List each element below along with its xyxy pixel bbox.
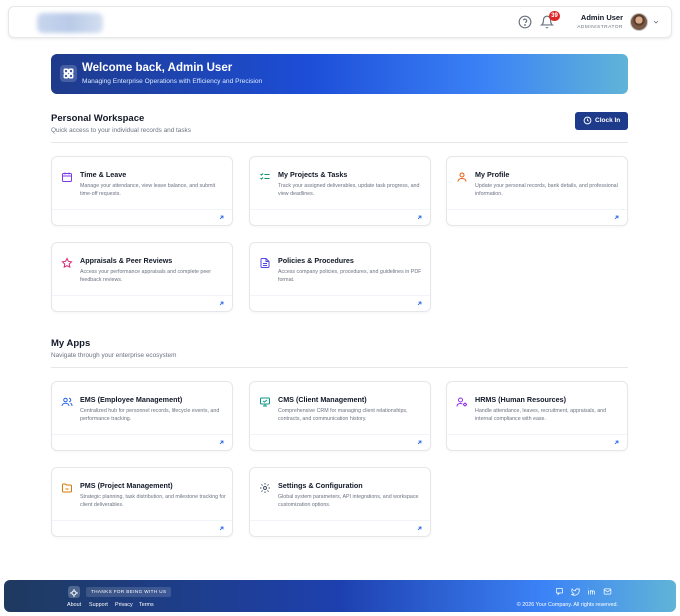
footer-logo bbox=[68, 586, 80, 598]
card-title: EMS (Employee Management) bbox=[80, 395, 183, 404]
user-cog-icon bbox=[456, 397, 467, 407]
card-divider bbox=[250, 520, 430, 521]
arrow-up-right-icon[interactable] bbox=[218, 300, 225, 307]
card-cms[interactable]: CMS (Client Management) Comprehensive CR… bbox=[249, 381, 431, 451]
card-divider bbox=[447, 434, 627, 435]
linkedin-icon[interactable] bbox=[587, 587, 596, 596]
monitor-icon bbox=[260, 397, 270, 407]
twitter-icon[interactable] bbox=[571, 587, 580, 596]
avatar[interactable] bbox=[630, 13, 648, 31]
card-description: Update your personal records, bank detai… bbox=[475, 183, 618, 197]
card-description: Comprehensive CRM for managing client re… bbox=[278, 408, 408, 422]
card-appraisals[interactable]: Appraisals & Peer Reviews Access your pe… bbox=[51, 242, 233, 312]
card-divider bbox=[250, 209, 430, 210]
card-title: CMS (Client Management) bbox=[278, 395, 367, 404]
welcome-subtitle: Managing Enterprise Operations with Effi… bbox=[82, 78, 263, 85]
user-role: ADMINISTRATOR bbox=[577, 25, 623, 30]
card-time-leave[interactable]: Time & Leave Manage your attendance, vie… bbox=[51, 156, 233, 226]
card-description: Track your assigned deliverables, update… bbox=[278, 183, 420, 197]
mail-icon[interactable] bbox=[603, 587, 612, 596]
card-title: HRMS (Human Resources) bbox=[475, 395, 567, 404]
card-description: Manage your attendance, view leave balan… bbox=[80, 183, 216, 197]
card-description: Centralized hub for personnel records, l… bbox=[80, 408, 220, 422]
chat-icon[interactable] bbox=[555, 587, 564, 596]
card-policies[interactable]: Policies & Procedures Access company pol… bbox=[249, 242, 431, 312]
notification-badge: 39 bbox=[549, 11, 560, 21]
card-ems[interactable]: EMS (Employee Management) Centralized hu… bbox=[51, 381, 233, 451]
arrow-up-right-icon[interactable] bbox=[218, 214, 225, 221]
apps-title: My Apps bbox=[51, 338, 91, 349]
section-divider bbox=[51, 142, 628, 143]
calendar-icon bbox=[62, 172, 72, 182]
card-divider bbox=[447, 209, 627, 210]
card-divider bbox=[52, 520, 232, 521]
arrow-up-right-icon[interactable] bbox=[218, 439, 225, 446]
arrow-up-right-icon[interactable] bbox=[416, 439, 423, 446]
card-divider bbox=[52, 295, 232, 296]
footer-tagline: THANKS FOR BEING WITH US bbox=[86, 587, 172, 597]
card-projects-tasks[interactable]: My Projects & Tasks Track your assigned … bbox=[249, 156, 431, 226]
footer-copyright: © 2026 Your Company. All rights reserved… bbox=[516, 602, 618, 608]
card-title: Policies & Procedures bbox=[278, 256, 354, 265]
clock-icon bbox=[583, 116, 592, 125]
card-title: Appraisals & Peer Reviews bbox=[80, 256, 173, 265]
card-title: PMS (Project Management) bbox=[80, 481, 173, 490]
clock-in-label: Clock In bbox=[595, 117, 621, 124]
card-pms[interactable]: PMS (Project Management) Strategic plann… bbox=[51, 467, 233, 537]
card-description: Handle attendance, leaves, recruitment, … bbox=[475, 408, 607, 422]
grid-icon bbox=[60, 65, 77, 82]
clock-in-button[interactable]: Clock In bbox=[575, 112, 628, 130]
card-title: Time & Leave bbox=[80, 170, 127, 179]
arrow-up-right-icon[interactable] bbox=[218, 525, 225, 532]
footer-link-terms[interactable]: Terms bbox=[139, 602, 154, 608]
card-hrms[interactable]: HRMS (Human Resources) Handle attendance… bbox=[446, 381, 628, 451]
company-logo[interactable] bbox=[37, 13, 103, 33]
card-settings[interactable]: Settings & Configuration Global system p… bbox=[249, 467, 431, 537]
footer: THANKS FOR BEING WITH US About Support P… bbox=[4, 580, 676, 612]
users-icon bbox=[61, 397, 73, 407]
arrow-up-right-icon[interactable] bbox=[416, 214, 423, 221]
arrow-up-right-icon[interactable] bbox=[613, 214, 620, 221]
workspace-subtitle: Quick access to your individual records … bbox=[51, 127, 191, 134]
document-icon bbox=[260, 258, 270, 268]
folder-icon bbox=[62, 483, 72, 493]
card-title: Settings & Configuration bbox=[278, 481, 363, 490]
arrow-up-right-icon[interactable] bbox=[613, 439, 620, 446]
arrow-up-right-icon[interactable] bbox=[416, 525, 423, 532]
arrow-up-right-icon[interactable] bbox=[416, 300, 423, 307]
checklist-icon bbox=[260, 173, 270, 180]
workspace-title: Personal Workspace bbox=[51, 113, 145, 124]
card-title: My Projects & Tasks bbox=[278, 170, 348, 179]
card-divider bbox=[52, 434, 232, 435]
user-name[interactable]: Admin User bbox=[569, 13, 623, 22]
card-description: Access your performance appraisals and c… bbox=[80, 269, 212, 283]
card-description: Strategic planning, task distribution, a… bbox=[80, 494, 226, 508]
card-description: Global system parameters, API integratio… bbox=[278, 494, 419, 508]
card-divider bbox=[250, 434, 430, 435]
help-circle-icon[interactable] bbox=[518, 15, 532, 29]
top-bar: 39 Admin User ADMINISTRATOR bbox=[8, 6, 672, 38]
gear-icon bbox=[260, 483, 270, 493]
welcome-title: Welcome back, Admin User bbox=[82, 62, 233, 74]
card-my-profile[interactable]: My Profile Update your personal records,… bbox=[446, 156, 628, 226]
card-title: My Profile bbox=[475, 170, 510, 179]
card-divider bbox=[250, 295, 430, 296]
footer-link-support[interactable]: Support bbox=[89, 602, 108, 608]
section-divider bbox=[51, 367, 628, 368]
card-divider bbox=[52, 209, 232, 210]
star-icon bbox=[61, 257, 73, 269]
welcome-banner: Welcome back, Admin User Managing Enterp… bbox=[51, 54, 628, 94]
card-description: Access company policies, procedures, and… bbox=[278, 269, 422, 283]
footer-link-privacy[interactable]: Privacy bbox=[115, 602, 133, 608]
footer-link-about[interactable]: About bbox=[67, 602, 81, 608]
chevron-down-icon[interactable] bbox=[652, 18, 660, 26]
apps-subtitle: Navigate through your enterprise ecosyst… bbox=[51, 352, 177, 359]
user-icon bbox=[457, 172, 467, 182]
